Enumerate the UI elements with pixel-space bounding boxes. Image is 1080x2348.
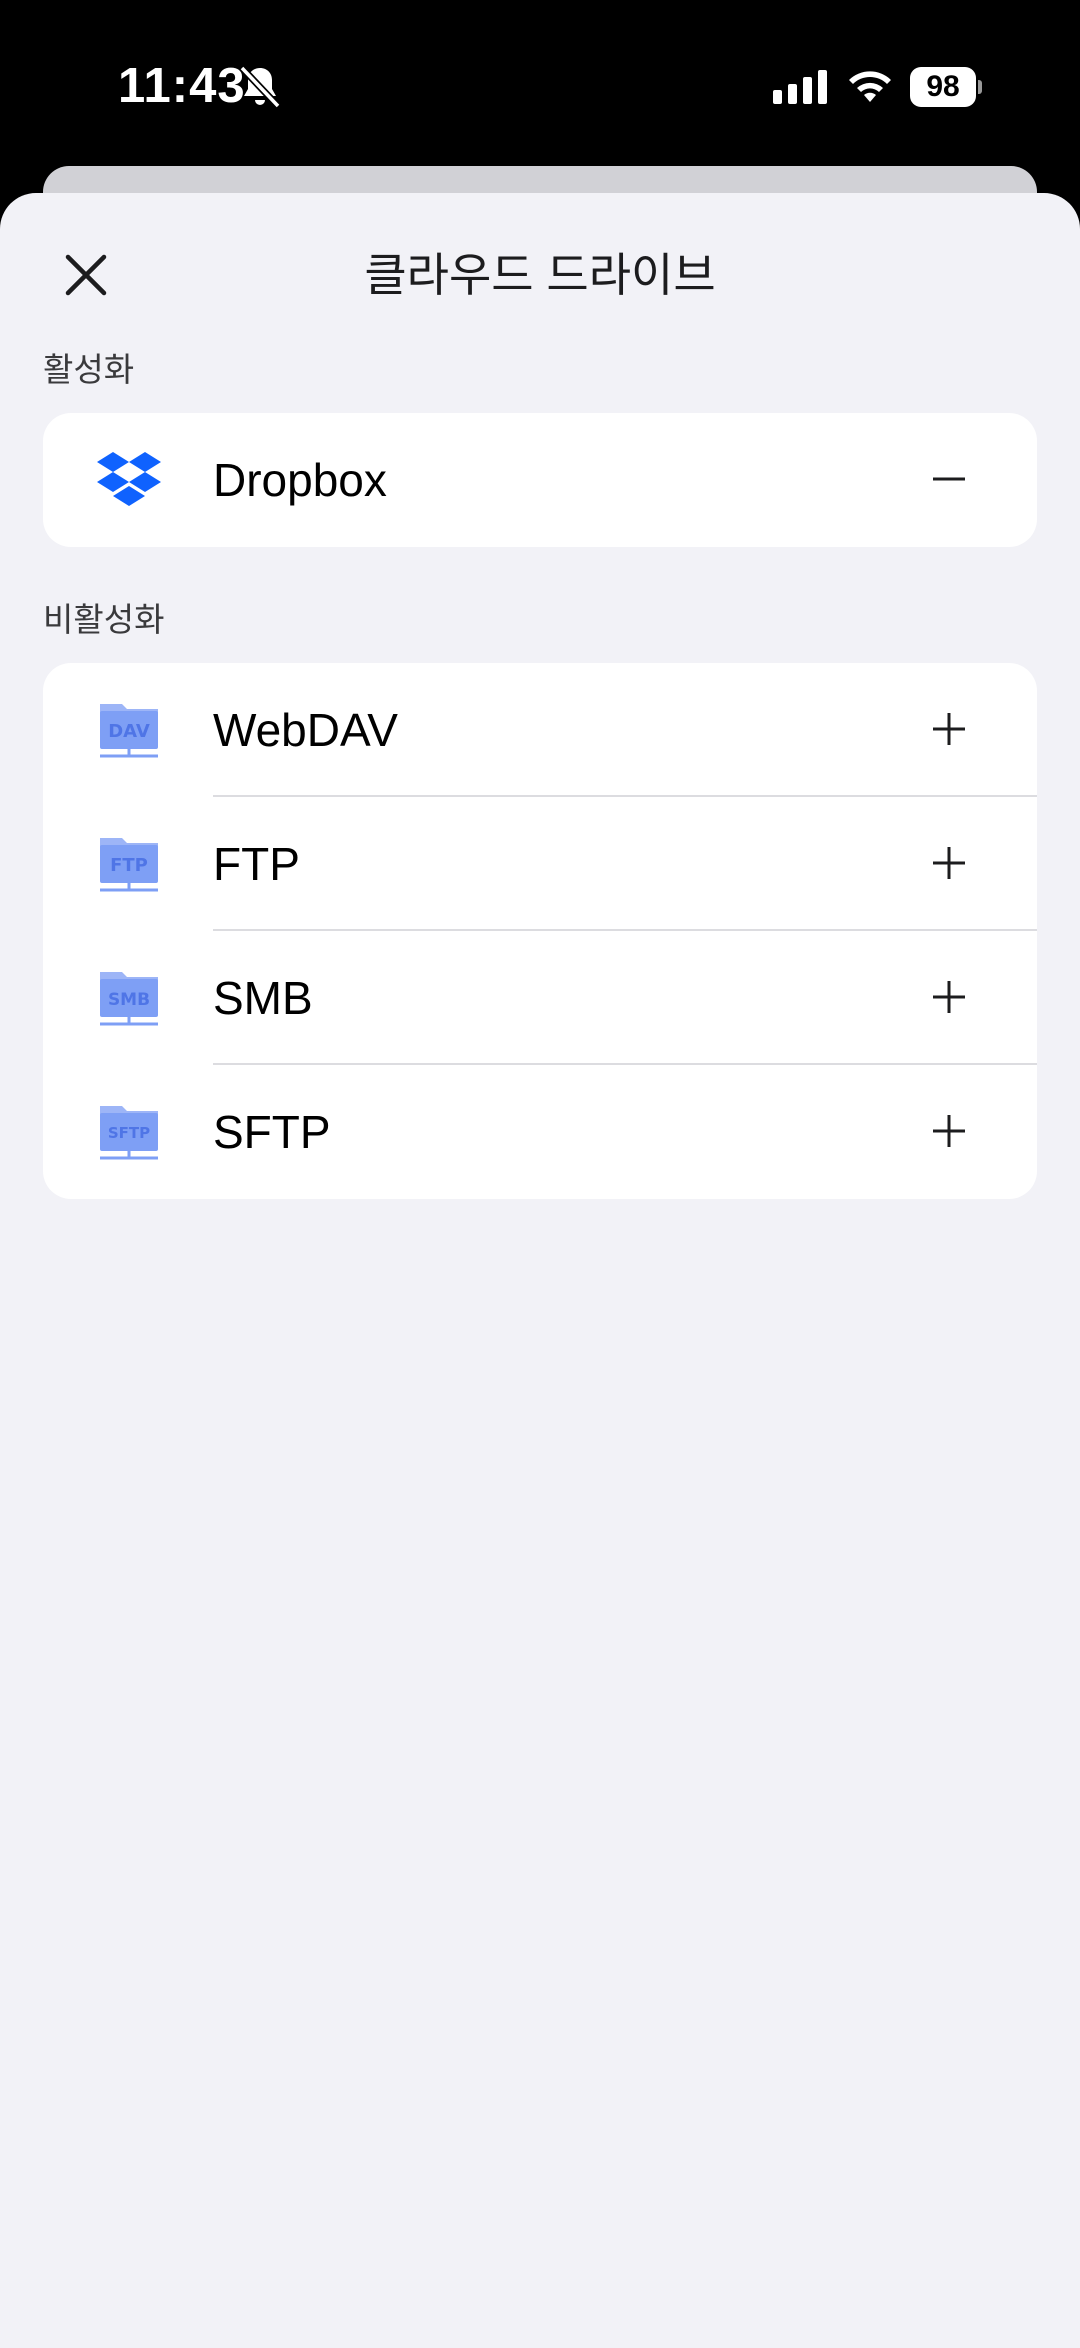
sheet-title: 클라우드 드라이브: [364, 249, 716, 301]
webdav-folder-icon: DAV: [100, 704, 158, 758]
cellular-signal-icon: [773, 70, 827, 104]
drive-row-ftp[interactable]: FTP FTP: [43, 797, 1037, 931]
inactive-drives-group: DAV WebDAV FTP FTP SMB SMB SFTP SFTP: [43, 663, 1037, 1199]
ftp-folder-icon: FTP: [100, 838, 158, 892]
folder-badge: DAV: [108, 721, 150, 742]
plus-icon[interactable]: [927, 975, 971, 1019]
minus-icon[interactable]: [927, 457, 971, 501]
battery-icon: 98: [910, 67, 984, 107]
drive-label: WebDAV: [213, 704, 398, 756]
status-bar: 11:43 98: [0, 0, 1080, 170]
folder-badge: SMB: [108, 990, 150, 1010]
drive-row-dropbox[interactable]: Dropbox: [43, 413, 1037, 547]
plus-icon[interactable]: [927, 1109, 971, 1153]
drive-row-smb[interactable]: SMB SMB: [43, 931, 1037, 1065]
drive-label: SMB: [213, 972, 313, 1024]
smb-folder-icon: SMB: [100, 972, 158, 1026]
plus-icon[interactable]: [927, 841, 971, 885]
drive-row-webdav[interactable]: DAV WebDAV: [43, 663, 1037, 797]
drive-row-sftp[interactable]: SFTP SFTP: [43, 1065, 1037, 1199]
drive-label: SFTP: [213, 1106, 331, 1158]
status-time: 11:43: [118, 59, 246, 113]
folder-badge: SFTP: [108, 1124, 150, 1142]
active-drives-group: Dropbox: [43, 413, 1037, 547]
battery-level: 98: [910, 67, 976, 107]
battery-tip: [978, 80, 982, 94]
drive-label: Dropbox: [213, 454, 387, 506]
section-label-active: 활성화: [43, 351, 135, 388]
folder-badge: FTP: [110, 855, 148, 876]
plus-icon[interactable]: [927, 707, 971, 751]
drive-label: FTP: [213, 838, 300, 890]
wifi-icon: [849, 71, 891, 102]
dropbox-icon: [97, 452, 161, 506]
sftp-folder-icon: SFTP: [100, 1106, 158, 1160]
section-label-inactive: 비활성화: [43, 601, 165, 638]
bell-slash-icon: [239, 65, 281, 109]
cloud-drive-sheet: 클라우드 드라이브 활성화 Dropbox 비활성화 DAV WebDAV FT…: [0, 193, 1080, 2348]
